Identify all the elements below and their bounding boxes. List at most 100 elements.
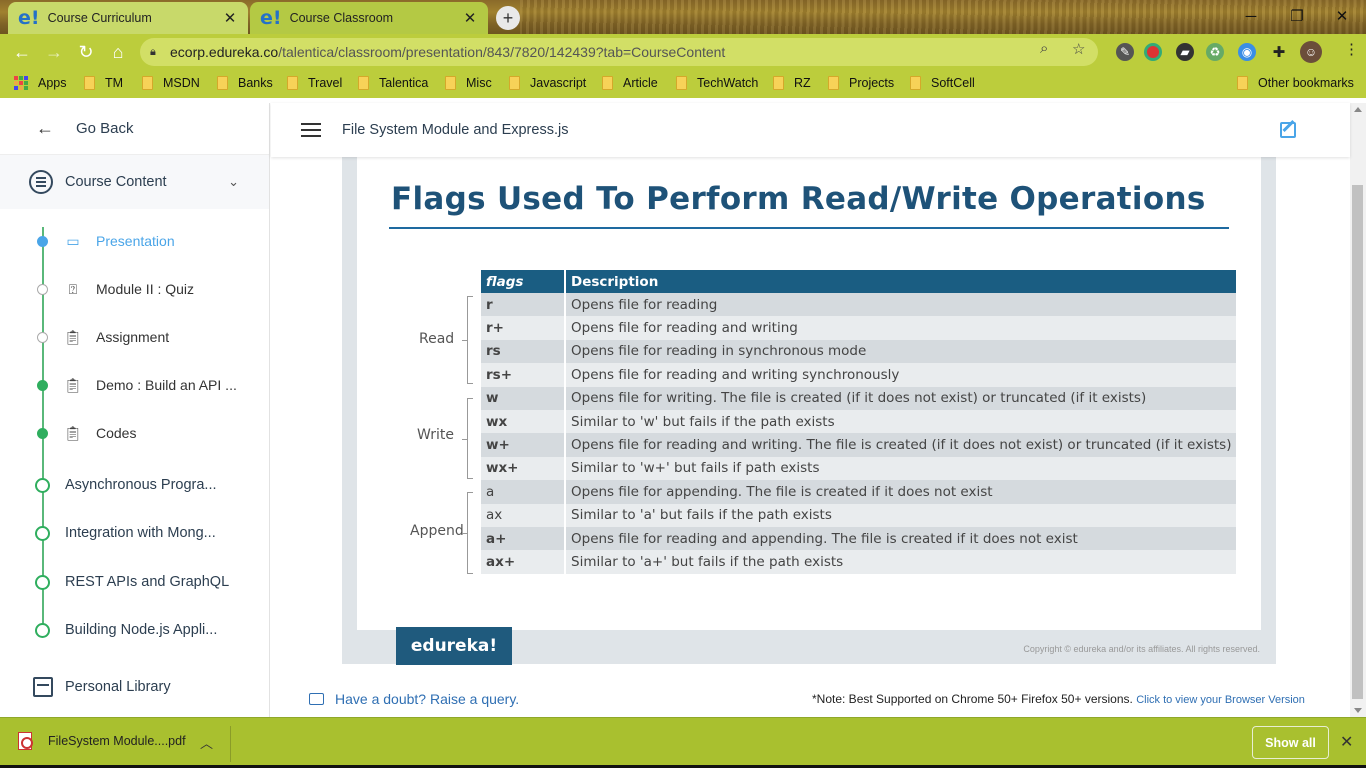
description-cell: Opens file for reading and writing	[563, 316, 1237, 340]
module-item[interactable]: Integration with Mong...	[0, 509, 270, 557]
chevron-up-icon[interactable]: ︿	[200, 733, 213, 752]
folder-icon	[509, 76, 520, 90]
bookmark-other[interactable]: Other bookmarks	[1237, 76, 1354, 90]
download-item[interactable]: FileSystem Module....pdf	[18, 732, 186, 750]
flag-cell: rs	[481, 339, 565, 364]
browser-version-link[interactable]: Click to view your Browser Version	[1136, 694, 1305, 706]
bookmark-label: Misc	[466, 76, 492, 90]
scroll-up-icon[interactable]	[1354, 107, 1362, 112]
sidebar-item-demo[interactable]: 📋︎ Demo : Build an API ...	[0, 361, 270, 409]
extension-color-icon[interactable]	[1144, 43, 1162, 61]
sidebar-item-quiz[interactable]: ⍰ Module II : Quiz	[0, 265, 270, 313]
bookmark-folder-projects[interactable]: Projects	[828, 76, 894, 90]
table-row: ax Similar to 'a' but fails if the path e…	[481, 503, 1237, 527]
sidebar-item-label: Demo : Build an API ...	[96, 377, 237, 393]
bookmark-label: Other bookmarks	[1258, 76, 1354, 90]
folder-icon	[602, 76, 613, 90]
browser-support-note: *Note: Best Supported on Chrome 50+ Fire…	[812, 692, 1305, 706]
address-bar[interactable]: 🔒︎ ecorp.edureka.co/talentica/classroom/…	[140, 38, 1098, 66]
table-header-row: flags Description	[481, 270, 1237, 293]
new-tab-button[interactable]: +	[496, 6, 520, 30]
sidebar-item-label: Codes	[96, 425, 137, 441]
bookmark-folder-talentica[interactable]: Talentica	[358, 76, 428, 90]
description-cell: Opens file for reading	[563, 293, 1237, 317]
folder-icon	[828, 76, 839, 90]
group-brace	[462, 492, 473, 574]
scrollbar-thumb[interactable]	[1352, 185, 1363, 699]
tab-course-classroom[interactable]: e! Course Classroom ✕	[250, 2, 488, 34]
sidebar-item-codes[interactable]: 📋︎ Codes	[0, 409, 270, 457]
group-brace	[462, 398, 473, 479]
bookmark-star-icon[interactable]: ☆	[1072, 40, 1085, 58]
folder-icon	[142, 76, 153, 90]
bookmark-folder-misc[interactable]: Misc	[445, 76, 492, 90]
extension-globe-icon[interactable]: ◉	[1238, 43, 1256, 61]
bookmark-folder-tm[interactable]: TM	[84, 76, 123, 90]
bookmark-folder-techwatch[interactable]: TechWatch	[676, 76, 758, 90]
slide-copyright: Copyright © edureka and/or its affiliate…	[1023, 644, 1260, 654]
bookmark-folder-msdn[interactable]: MSDN	[142, 76, 200, 90]
restore-icon[interactable]: ❐	[1275, 3, 1319, 29]
quiz-icon: ⍰	[68, 280, 78, 297]
module-item[interactable]: Asynchronous Progra...	[0, 461, 270, 509]
home-icon[interactable]: ⌂	[106, 40, 130, 64]
extensions-puzzle-icon[interactable]: ✚	[1270, 43, 1288, 61]
pdf-file-icon	[18, 732, 33, 750]
tab-title: Course Classroom	[289, 11, 394, 25]
flag-cell: w	[481, 386, 565, 410]
go-back-button[interactable]: ← Go Back	[0, 103, 269, 155]
bookmark-label: Javascript	[530, 76, 587, 90]
bookmark-label: SoftCell	[931, 76, 975, 90]
bookmark-folder-javascript[interactable]: Javascript	[509, 76, 586, 90]
slide: Flags Used To Perform Read/Write Operati…	[357, 157, 1261, 630]
tab-course-curriculum[interactable]: e! Course Curriculum ✕	[8, 2, 248, 34]
minimize-icon[interactable]: ─	[1229, 3, 1273, 29]
bookmark-label: MSDN	[163, 76, 200, 90]
scroll-down-icon[interactable]	[1354, 708, 1362, 713]
show-all-button[interactable]: Show all	[1252, 726, 1329, 759]
module-item[interactable]: Building Node.js Appli...	[0, 606, 270, 654]
back-icon[interactable]: ←	[10, 40, 34, 64]
extension-recycle-icon[interactable]: ♻	[1206, 43, 1224, 61]
profile-avatar[interactable]: ☺	[1300, 41, 1322, 63]
forward-icon[interactable]: →	[42, 40, 66, 64]
tab-close-icon[interactable]: ✕	[222, 9, 238, 27]
browser-toolbar: ← → ↻ ⌂ 🔒︎ ecorp.edureka.co/talentica/cl…	[0, 34, 1366, 70]
personal-library-label: Personal Library	[65, 679, 171, 695]
raise-query-link[interactable]: Have a doubt? Raise a query.	[309, 691, 519, 707]
hamburger-menu-icon[interactable]	[301, 123, 321, 137]
bookmark-label: Projects	[849, 76, 895, 90]
slide-bottom-margin	[342, 664, 1276, 673]
browser-menu-icon[interactable]: ⋮	[1344, 40, 1359, 58]
page-scrollbar[interactable]	[1350, 103, 1366, 717]
zoom-search-icon[interactable]: ⌕	[1040, 40, 1048, 57]
module-label: Asynchronous Progra...	[65, 477, 217, 493]
module-item[interactable]: REST APIs and GraphQL	[0, 558, 270, 606]
done-dot	[37, 379, 48, 391]
raise-query-label: Have a doubt? Raise a query.	[335, 691, 520, 707]
arrow-left-icon: ←	[36, 118, 54, 138]
apps-grid-icon	[14, 76, 28, 90]
extension-pen-icon[interactable]: ✎	[1116, 43, 1134, 61]
description-cell: Similar to 'a' but fails if the path exi…	[563, 503, 1237, 527]
edureka-favicon-icon: e!	[18, 7, 40, 29]
flag-cell: ax+	[481, 550, 565, 574]
personal-library-link[interactable]: Personal Library	[0, 663, 270, 711]
table-row: wx+ Similar to 'w+' but fails if path exi…	[481, 456, 1237, 481]
bookmark-apps[interactable]: Apps	[14, 76, 67, 90]
clipboard-icon: 📋︎	[64, 424, 82, 441]
tab-close-icon[interactable]: ✕	[462, 9, 478, 27]
bookmark-folder-article[interactable]: Article	[602, 76, 658, 90]
close-download-bar-icon[interactable]: ✕	[1340, 732, 1353, 752]
edit-note-icon[interactable]	[1280, 122, 1296, 138]
bookmark-folder-travel[interactable]: Travel	[287, 76, 342, 90]
extension-tag-icon[interactable]: ▰	[1176, 43, 1194, 61]
course-content-toggle[interactable]: Course Content ⌄	[0, 155, 269, 209]
bookmark-folder-rz[interactable]: RZ	[773, 76, 811, 90]
reload-icon[interactable]: ↻	[74, 40, 98, 64]
close-window-icon[interactable]: ✕	[1320, 3, 1364, 29]
bookmark-folder-banks[interactable]: Banks	[217, 76, 273, 90]
sidebar-item-assignment[interactable]: 📋︎ Assignment	[0, 313, 270, 361]
bookmark-folder-softcell[interactable]: SoftCell	[910, 76, 975, 90]
sidebar-item-presentation[interactable]: ▭ Presentation	[0, 217, 270, 265]
